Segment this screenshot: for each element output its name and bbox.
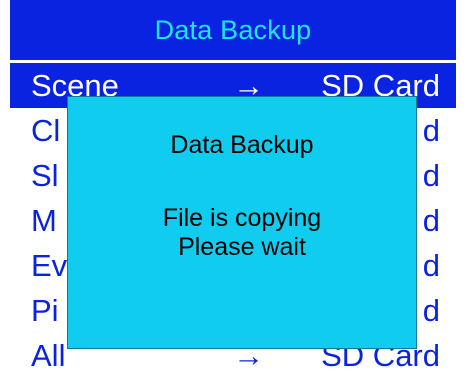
menu-item-target: d [422,248,440,283]
page-title: Data Backup [154,14,312,45]
menu-item-target: d [422,293,440,328]
title-bar: Data Backup [10,0,456,60]
device-screen: Data Backup Scene → SD Card Cl d Sl d M [0,0,471,382]
menu-item-target: d [422,113,440,148]
dialog-wait-text: Please wait [178,233,306,261]
menu-item-label: Pi [31,293,59,328]
menu-item-target: d [422,203,440,238]
menu-item-target: d [422,158,440,193]
menu-item-label: Cl [31,113,61,148]
copying-dialog: Data Backup File is copying Please wait [67,96,417,349]
dialog-title: Data Backup [170,131,314,159]
dialog-status-text: File is copying [162,204,322,232]
menu-item-label: All [31,338,66,373]
menu-item-label: Sl [31,158,59,193]
menu-item-label: Ev [31,248,68,283]
menu-item-label: M [31,203,57,238]
